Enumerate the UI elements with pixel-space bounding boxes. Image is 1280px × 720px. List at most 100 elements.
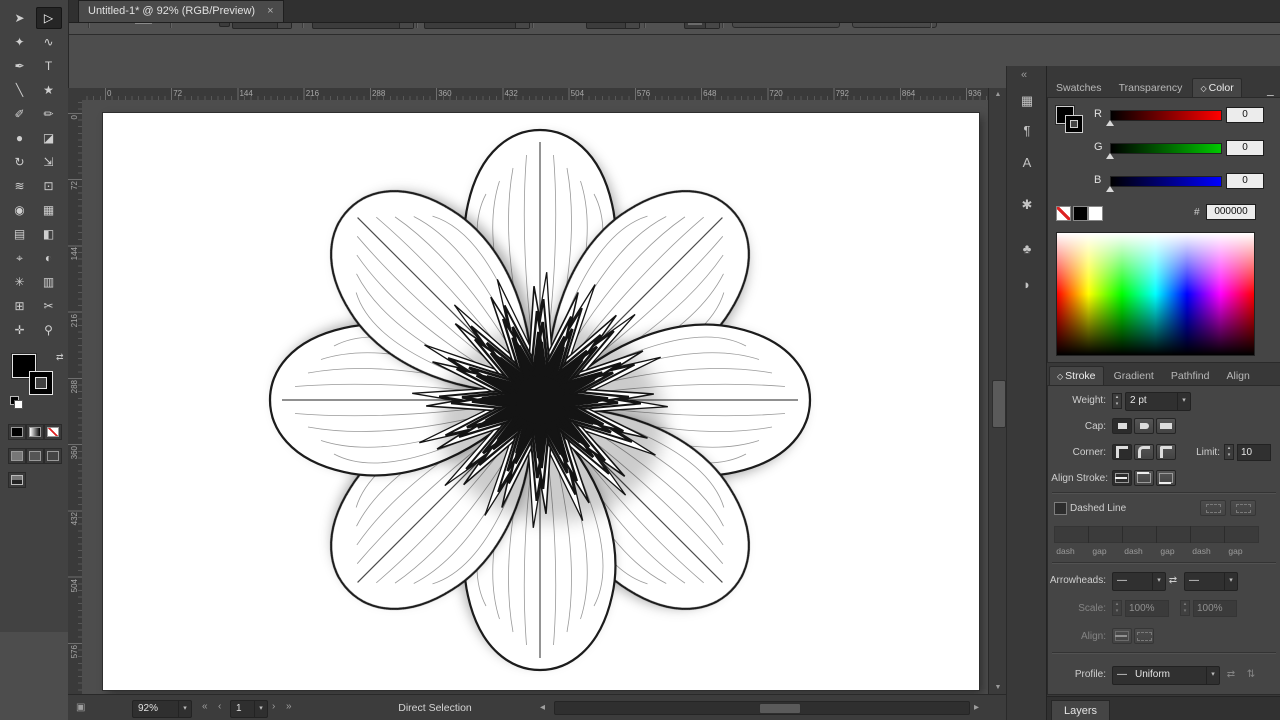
dash-gap-field[interactable] [1156, 526, 1191, 543]
weight-dropdown[interactable]: 2 pt ▾ [1125, 392, 1191, 411]
limit-field[interactable]: 10 [1237, 444, 1271, 461]
appearance-icon[interactable]: ✱ [1016, 194, 1038, 216]
preserve-dash-button[interactable] [1200, 500, 1226, 516]
line-segment-tool[interactable]: ╲ [7, 79, 33, 101]
stepper-up-icon[interactable]: ▴ [1225, 445, 1233, 452]
align-dash-to-corners-button[interactable] [1112, 628, 1132, 644]
tab-pathfinder[interactable]: Pathfind [1164, 367, 1217, 385]
tab-layers[interactable]: Layers [1051, 700, 1111, 720]
screen-mode-button[interactable] [8, 472, 26, 488]
artboard-navigation-dropdown[interactable]: 1 ▾ [230, 700, 268, 718]
swap-fill-stroke-icon[interactable]: ⇄ [56, 352, 64, 363]
horizontal-scroll-thumb[interactable] [759, 703, 801, 714]
vertical-ruler[interactable]: 0 72 144 216 288 360 432 504 576 [68, 100, 83, 694]
graphic-styles-icon[interactable]: ◗ [1016, 274, 1038, 296]
stepper-up-icon[interactable]: ▴ [1113, 601, 1121, 608]
first-artboard-icon[interactable]: « [202, 701, 208, 712]
stroke-color-swatch[interactable] [30, 372, 52, 394]
align-stroke-center-button[interactable] [1112, 470, 1132, 486]
stepper-up-icon[interactable]: ▴ [1181, 601, 1189, 608]
character-icon[interactable]: A [1016, 152, 1038, 174]
flower-artwork[interactable] [240, 100, 840, 694]
chevron-down-icon[interactable]: ▾ [1152, 573, 1165, 590]
tab-swatches[interactable]: Swatches [1049, 79, 1109, 97]
horizontal-scrollbar[interactable] [554, 701, 970, 715]
flip-along-icon[interactable]: ⇄ [1224, 669, 1238, 680]
blend-tool[interactable]: ◐ [36, 247, 62, 269]
cap-butt-button[interactable] [1112, 418, 1132, 434]
profile-dropdown[interactable]: — Uniform ▾ [1112, 666, 1220, 685]
channel-value-field[interactable]: 0 [1226, 107, 1264, 123]
chevron-down-icon[interactable]: ▾ [178, 701, 191, 717]
paragraph-icon[interactable]: ¶ [1016, 120, 1038, 142]
scale-tool[interactable]: ⇲ [36, 151, 62, 173]
shape-builder-tool[interactable]: ◉ [7, 199, 33, 221]
none-button[interactable] [44, 424, 62, 440]
paintbrush-tool[interactable]: ✐ [7, 103, 33, 125]
cap-round-button[interactable] [1134, 418, 1154, 434]
default-fill-stroke-icon[interactable] [10, 396, 23, 409]
align-dash-preserve-button[interactable] [1134, 628, 1154, 644]
channel-value-field[interactable]: 0 [1226, 173, 1264, 189]
draw-normal-button[interactable] [8, 448, 26, 464]
pen-tool[interactable]: ✒ [7, 55, 33, 77]
eyedropper-tool[interactable]: ⌖ [7, 247, 33, 269]
lasso-tool[interactable]: ∿ [36, 31, 62, 53]
artboard[interactable] [103, 113, 979, 690]
scale-y-stepper[interactable]: ▴ ▾ [1180, 600, 1190, 616]
align-stroke-inside-button[interactable] [1134, 470, 1154, 486]
close-tab-icon[interactable]: × [267, 5, 273, 17]
scale-y-field[interactable]: 100% [1193, 600, 1237, 617]
color-fill-button[interactable] [8, 424, 26, 440]
chevron-down-icon[interactable]: ▾ [254, 701, 267, 717]
document-tab[interactable]: Untitled-1* @ 92% (RGB/Preview) × [78, 0, 284, 22]
mesh-tool[interactable]: ▤ [7, 223, 33, 245]
status-icon[interactable]: ▣ [76, 702, 85, 713]
gradient-button[interactable] [26, 424, 44, 440]
perspective-grid-tool[interactable]: ▦ [36, 199, 62, 221]
color-guide-icon[interactable]: ▦ [1016, 90, 1038, 112]
dash-gap-field[interactable] [1190, 526, 1225, 543]
scroll-down-icon[interactable]: ▼ [989, 681, 1007, 694]
scroll-left-icon[interactable]: ◂ [540, 702, 545, 713]
corner-round-button[interactable] [1134, 444, 1154, 460]
graph-tool[interactable]: ▥ [36, 271, 62, 293]
slider-thumb-icon[interactable] [1106, 120, 1114, 126]
cap-projecting-button[interactable] [1156, 418, 1176, 434]
previous-artboard-icon[interactable]: ‹ [218, 701, 221, 712]
stepper-up-icon[interactable]: ▴ [1113, 394, 1121, 401]
rotate-tool[interactable]: ↻ [7, 151, 33, 173]
eraser-tool[interactable]: ◪ [36, 127, 62, 149]
channel-slider[interactable] [1110, 110, 1222, 121]
dashed-line-checkbox[interactable] [1054, 502, 1067, 515]
channel-slider[interactable] [1110, 143, 1222, 154]
chevron-down-icon[interactable]: ▾ [1224, 573, 1237, 590]
color-spectrum[interactable] [1056, 232, 1255, 356]
last-artboard-icon[interactable]: » [286, 701, 292, 712]
tab-gradient[interactable]: Gradient [1107, 367, 1161, 385]
tab-color[interactable]: ◇ Color [1192, 78, 1242, 97]
dash-gap-field[interactable] [1224, 526, 1259, 543]
flip-across-icon[interactable]: ⇅ [1244, 669, 1258, 680]
corner-miter-button[interactable] [1112, 444, 1132, 460]
black-swatch[interactable] [1073, 206, 1088, 221]
vertical-scroll-thumb[interactable] [992, 380, 1006, 428]
slice-tool[interactable]: ✂ [36, 295, 62, 317]
vertical-scrollbar[interactable]: ▲ ▼ [988, 88, 1007, 694]
align-stroke-outside-button[interactable] [1156, 470, 1176, 486]
tab-transparency[interactable]: Transparency [1112, 79, 1190, 97]
weight-stepper[interactable]: ▴ ▾ [1112, 393, 1122, 409]
chevron-down-icon[interactable]: ▾ [1206, 667, 1219, 684]
stepper-down-icon[interactable]: ▾ [1113, 608, 1121, 615]
draw-inside-button[interactable] [44, 448, 62, 464]
expand-dock-icon[interactable]: « [1021, 69, 1027, 81]
scroll-right-icon[interactable]: ▸ [974, 702, 979, 713]
symbol-sprayer-tool[interactable]: ✳ [7, 271, 33, 293]
magic-wand-tool[interactable]: ✦ [7, 31, 33, 53]
stepper-down-icon[interactable]: ▾ [1113, 401, 1121, 408]
slider-thumb-icon[interactable] [1106, 186, 1114, 192]
dash-gap-field[interactable] [1088, 526, 1123, 543]
draw-behind-button[interactable] [26, 448, 44, 464]
channel-slider[interactable] [1110, 176, 1222, 187]
dash-gap-field[interactable] [1054, 526, 1089, 543]
